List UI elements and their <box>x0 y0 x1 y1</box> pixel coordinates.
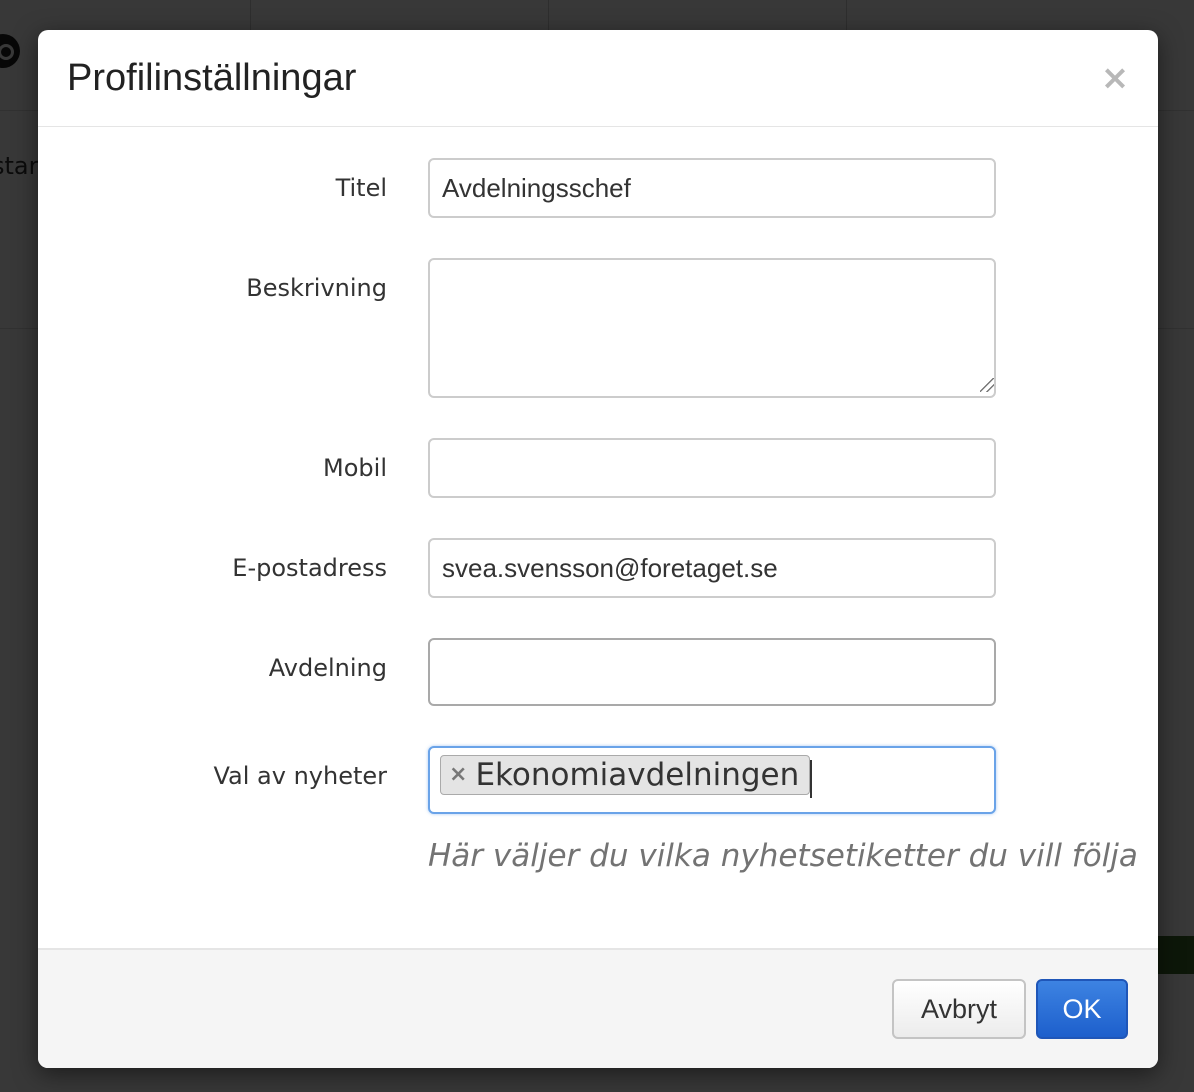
dialog-header: Profilinställningar × <box>38 30 1158 127</box>
tag-remove-icon[interactable]: × <box>449 764 467 786</box>
beskrivning-label: Beskrivning <box>246 274 387 302</box>
tag-chip-label: Ekonomiavdelningen <box>475 757 800 793</box>
titel-label: Titel <box>335 174 387 202</box>
mobil-input[interactable] <box>428 438 996 498</box>
cancel-button[interactable]: Avbryt <box>892 979 1026 1039</box>
avdelning-label: Avdelning <box>268 654 387 682</box>
dialog-title: Profilinställningar <box>67 57 357 99</box>
nyheter-help-text: Här väljer du vilka nyhetsetiketter du v… <box>428 838 1138 874</box>
avdelning-select[interactable] <box>428 638 996 706</box>
nyheter-tag-input[interactable]: × Ekonomiavdelningen <box>428 746 996 814</box>
profile-settings-dialog: Profilinställningar × Titel Beskrivning … <box>38 30 1158 1068</box>
close-icon[interactable]: × <box>1100 58 1130 98</box>
resize-handle-icon[interactable] <box>980 378 994 392</box>
epost-input[interactable] <box>428 538 996 598</box>
tag-chip: × Ekonomiavdelningen <box>440 755 811 795</box>
text-caret <box>810 760 812 798</box>
mobil-label: Mobil <box>323 454 387 482</box>
ok-button[interactable]: OK <box>1036 979 1128 1039</box>
beskrivning-textarea[interactable] <box>428 258 996 398</box>
titel-input[interactable] <box>428 158 996 218</box>
dialog-footer: Avbryt OK <box>38 948 1158 1068</box>
epost-label: E-postadress <box>232 554 387 582</box>
nyheter-label: Val av nyheter <box>213 762 387 790</box>
